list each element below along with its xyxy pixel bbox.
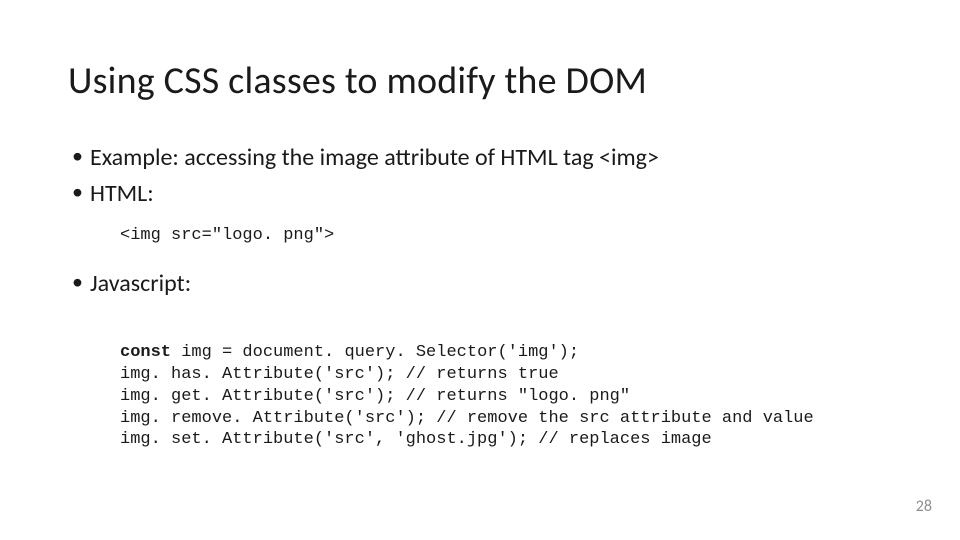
code-js-snippet: const img = document. query. Selector('i… — [120, 342, 892, 451]
js-line-2: img. has. Attribute('src'); // returns t… — [120, 365, 559, 384]
slide-title: Using CSS classes to modify the DOM — [68, 58, 892, 104]
page-number: 28 — [916, 497, 932, 516]
js-keyword-const: const — [120, 343, 171, 362]
slide-content: Using CSS classes to modify the DOM Exam… — [0, 0, 960, 451]
js-line-4: img. remove. Attribute('src'); // remove… — [120, 409, 814, 428]
js-line-5: img. set. Attribute('src', 'ghost.jpg');… — [120, 430, 712, 449]
js-line-1: img = document. query. Selector('img'); — [171, 343, 579, 362]
bullet-example: Example: accessing the image attribute o… — [68, 142, 892, 174]
bullet-html-label: HTML: — [68, 178, 892, 210]
bullet-javascript-label: Javascript: — [68, 268, 892, 300]
js-line-3: img. get. Attribute('src'); // returns "… — [120, 387, 630, 406]
code-html-snippet: <img src="logo. png"> — [120, 225, 892, 246]
